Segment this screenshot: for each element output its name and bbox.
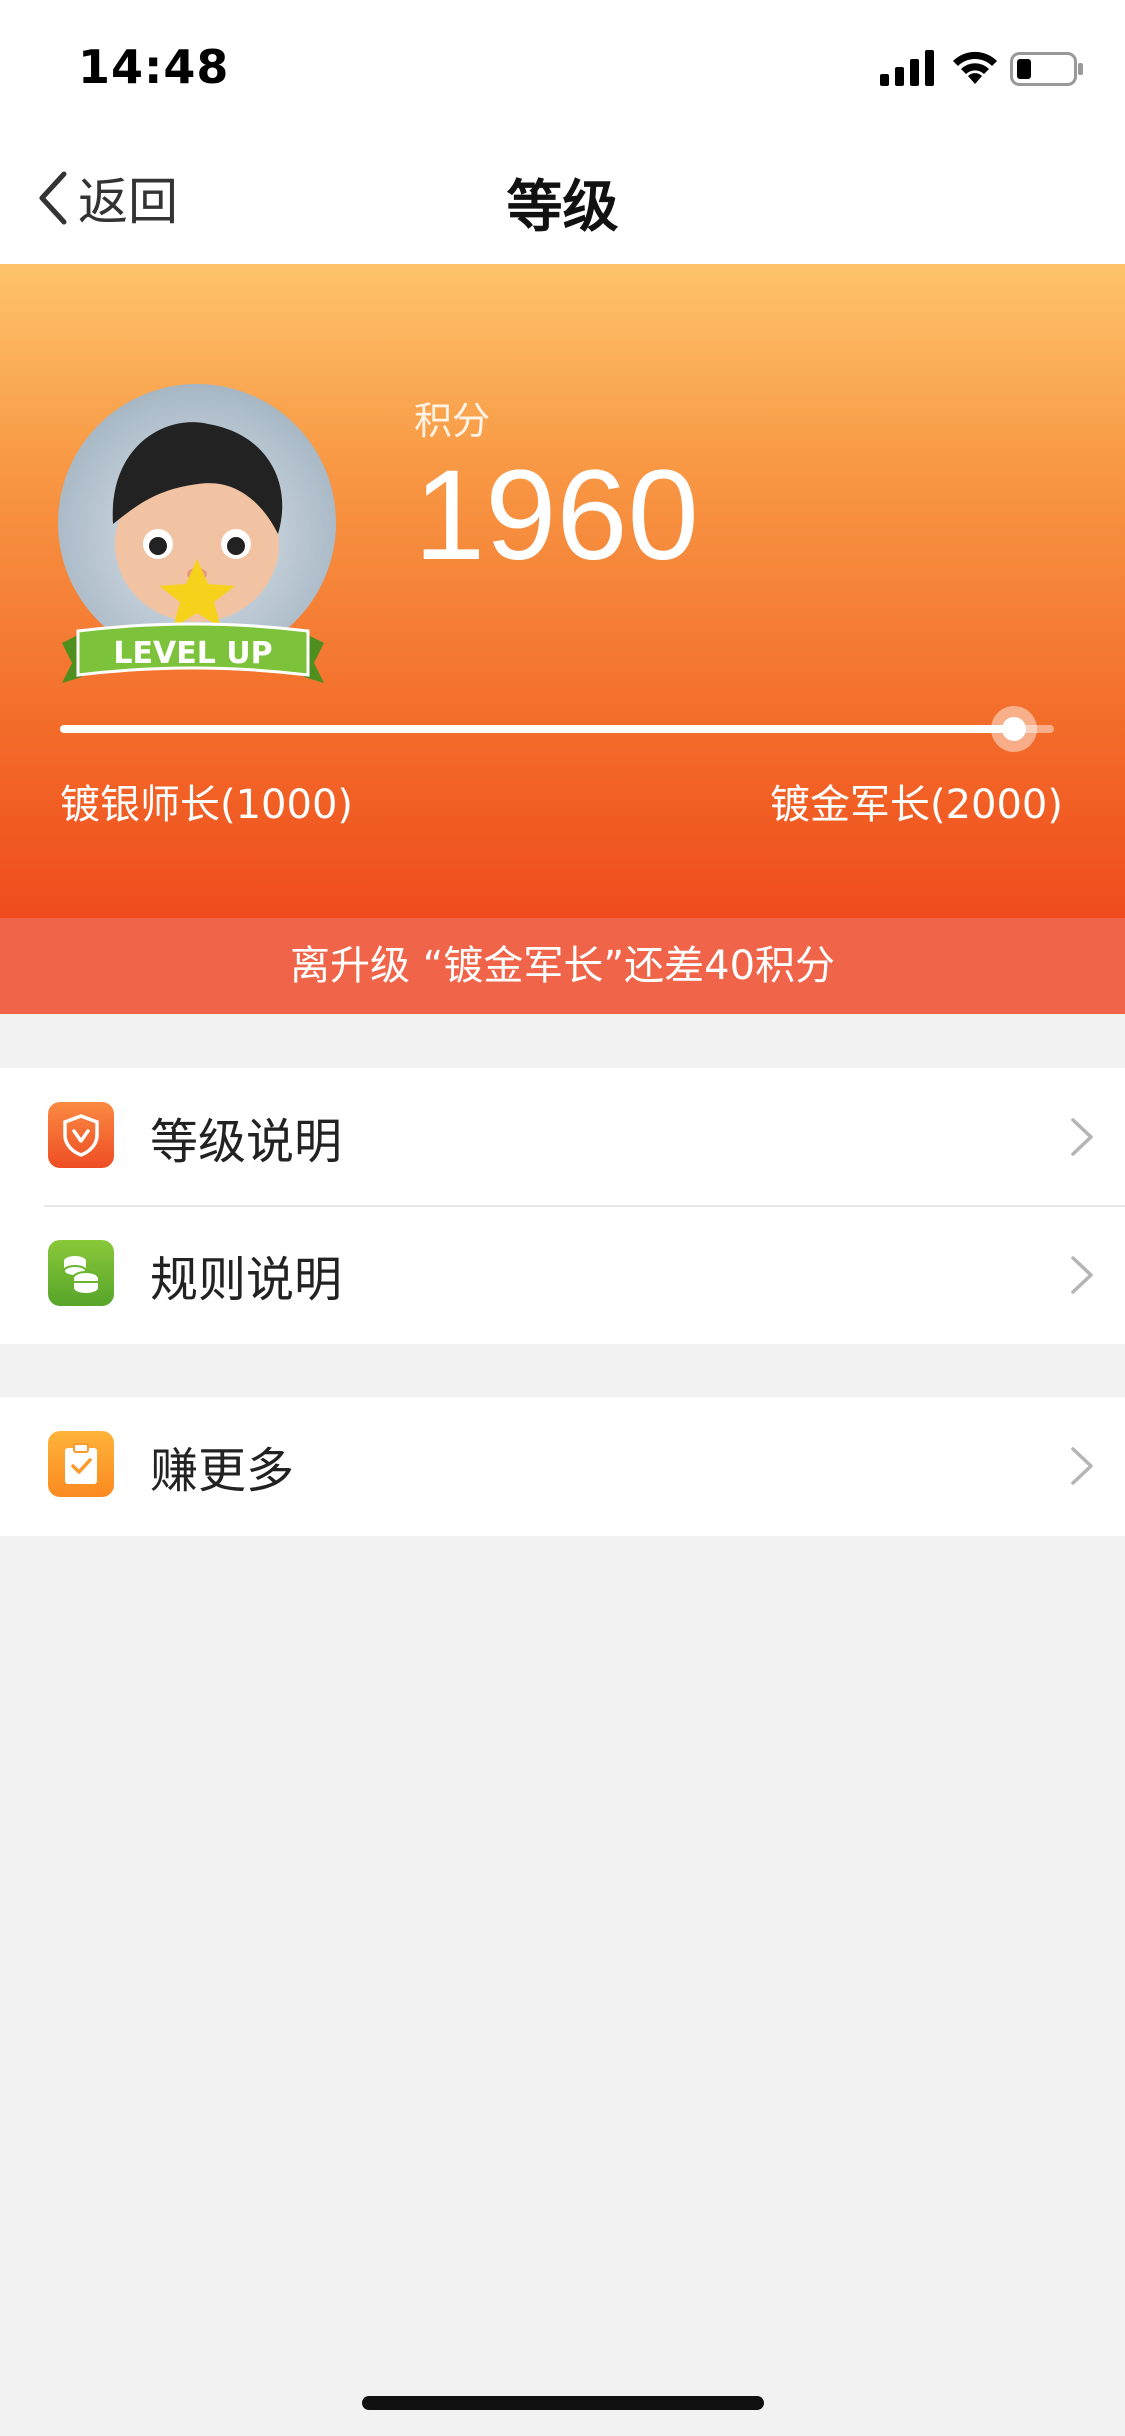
shield-icon xyxy=(48,1102,114,1168)
menu-group-1: 等级说明 规则说明 xyxy=(0,1068,1125,1344)
level-up-badge: LEVEL UP xyxy=(62,622,324,683)
menu-group-2: 赚更多 xyxy=(0,1397,1125,1536)
level-hero: LEVEL UP 积分 1960 镀银师长(1000) 镀金军长(2000) xyxy=(0,264,1125,918)
points-label: 积分 xyxy=(414,399,491,443)
menu-item-label: 赚更多 xyxy=(150,1443,295,1499)
signal-icon xyxy=(880,50,934,86)
chevron-right-icon xyxy=(1071,1256,1093,1294)
current-level-label: 镀银师长(1000) xyxy=(60,782,354,828)
chevron-right-icon xyxy=(1071,1447,1093,1485)
next-level-label: 镀金军长(2000) xyxy=(769,782,1063,828)
home-indicator[interactable] xyxy=(362,2396,764,2410)
level-progress-knob xyxy=(991,706,1038,752)
coins-icon xyxy=(48,1240,114,1306)
status-bar: 14:48 xyxy=(0,0,1125,132)
menu-item-level-explanation[interactable]: 等级说明 xyxy=(0,1068,1125,1207)
battery-icon xyxy=(1010,52,1083,86)
menu-item-earn-more[interactable]: 赚更多 xyxy=(0,1397,1125,1535)
points-value: 1960 xyxy=(414,444,699,587)
menu-item-label: 等级说明 xyxy=(150,1114,343,1170)
level-up-badge-text: LEVEL UP xyxy=(113,636,272,671)
status-time: 14:48 xyxy=(78,40,230,94)
upgrade-hint: 离升级 “镀金军长”还差40积分 xyxy=(0,918,1125,1014)
clipboard-check-icon xyxy=(48,1431,114,1497)
nav-bar: 返回 等级 xyxy=(0,132,1125,264)
menu-item-rules-explanation[interactable]: 规则说明 xyxy=(0,1206,1125,1344)
chevron-right-icon xyxy=(1071,1118,1093,1156)
wifi-icon xyxy=(953,51,997,84)
level-progress-fill xyxy=(60,725,1015,733)
page-title: 等级 xyxy=(506,175,619,240)
menu-item-label: 规则说明 xyxy=(150,1252,343,1308)
level-progress-track xyxy=(60,725,1054,733)
